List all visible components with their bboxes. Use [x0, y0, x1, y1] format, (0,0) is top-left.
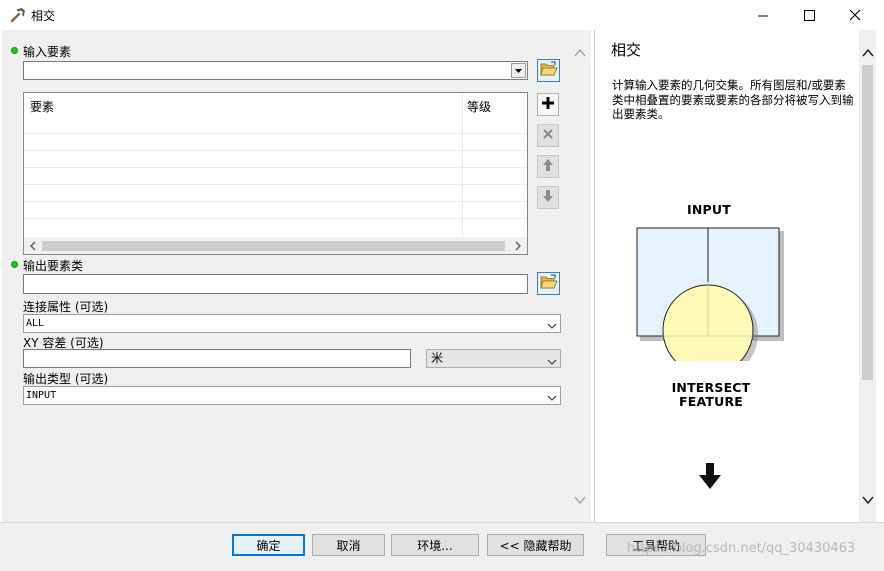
- scrollbar-thumb[interactable]: [862, 65, 873, 380]
- table-header: 要素 等级: [24, 93, 527, 115]
- minimize-icon: [757, 10, 769, 21]
- minimize-button[interactable]: [740, 0, 786, 30]
- table-row: [24, 167, 527, 168]
- window-title: 相交: [31, 9, 56, 23]
- scroll-down-arrow-icon[interactable]: [574, 494, 586, 506]
- folder-open-icon: [539, 61, 558, 80]
- output-type-value: INPUT: [26, 390, 57, 401]
- close-button[interactable]: [832, 0, 878, 30]
- table-row: [24, 218, 527, 219]
- folder-open-icon: [539, 274, 558, 293]
- required-indicator: [11, 47, 18, 54]
- move-up-icon: [542, 158, 554, 175]
- input-features-label: 输入要素: [23, 45, 72, 59]
- column-header-features[interactable]: 要素: [30, 98, 54, 115]
- hide-help-button[interactable]: << 隐藏帮助: [487, 534, 584, 556]
- column-header-rank[interactable]: 等级: [467, 98, 491, 115]
- help-description: 计算输入要素的几何交集。所有图层和/或要素类中相叠置的要素或要素的各部分将被写入…: [612, 78, 854, 121]
- delete-button[interactable]: [537, 124, 559, 147]
- input-features-dropdown[interactable]: [23, 61, 528, 80]
- move-up-button[interactable]: [537, 155, 559, 178]
- xy-tolerance-input[interactable]: [23, 349, 411, 368]
- help-scrollbar[interactable]: [859, 30, 876, 522]
- help-pane: 相交 计算输入要素的几何交集。所有图层和/或要素类中相叠置的要素或要素的各部分将…: [594, 30, 880, 522]
- output-type-label: 输出类型 (可选): [23, 372, 109, 386]
- chevron-down-icon: [547, 391, 557, 401]
- scroll-right-arrow-icon[interactable]: [513, 240, 523, 254]
- xy-unit-select[interactable]: 米: [426, 349, 561, 368]
- dropdown-button[interactable]: [511, 63, 526, 78]
- diagram-input-label: INPUT: [687, 202, 731, 217]
- output-class-label: 输出要素类: [23, 259, 84, 273]
- table-row: [24, 150, 527, 151]
- ok-button[interactable]: 确定: [232, 534, 305, 556]
- output-class-input[interactable]: [23, 274, 528, 294]
- scroll-up-arrow-icon[interactable]: [574, 47, 586, 59]
- add-icon: [541, 96, 555, 113]
- diagram-intersect-label: INTERSECT FEATURE: [671, 380, 751, 409]
- chevron-down-icon: [547, 319, 557, 329]
- scroll-left-arrow-icon[interactable]: [28, 240, 38, 254]
- close-icon: [849, 9, 861, 21]
- required-indicator: [11, 261, 18, 268]
- xy-unit-value: 米: [431, 351, 444, 365]
- add-button[interactable]: [537, 93, 559, 116]
- watermark: https://blog.csdn.net/qq_30430463: [627, 541, 856, 556]
- horizontal-scrollbar[interactable]: [24, 237, 527, 254]
- join-attributes-select[interactable]: ALL: [23, 314, 561, 333]
- parameters-pane: 输入要素 要素 等级 输出要素类 连接属性 (可选) ALL XY 容差 (可选…: [2, 30, 591, 522]
- maximize-icon: [803, 9, 815, 21]
- move-down-button[interactable]: [537, 186, 559, 209]
- output-type-select[interactable]: INPUT: [23, 386, 561, 405]
- move-down-icon: [542, 189, 554, 206]
- column-divider: [462, 93, 463, 237]
- table-row: [24, 133, 527, 134]
- chevron-down-icon: [515, 69, 522, 73]
- table-row: [24, 184, 527, 185]
- join-attributes-label: 连接属性 (可选): [23, 300, 109, 314]
- table-row: [24, 201, 527, 202]
- intersect-diagram: [636, 227, 784, 361]
- environments-button[interactable]: 环境...: [391, 534, 479, 556]
- browse-input-button[interactable]: [537, 59, 560, 82]
- scroll-down-arrow-icon[interactable]: [862, 494, 874, 509]
- cancel-button[interactable]: 取消: [312, 534, 385, 556]
- down-arrow-icon: [698, 462, 722, 493]
- button-bar: 确定 取消 环境... << 隐藏帮助 工具帮助 https://blog.cs…: [0, 522, 884, 571]
- title-bar: 相交: [0, 0, 884, 30]
- help-title: 相交: [611, 41, 642, 59]
- join-attributes-value: ALL: [26, 318, 45, 329]
- scroll-up-arrow-icon[interactable]: [862, 47, 874, 62]
- maximize-button[interactable]: [786, 0, 832, 30]
- input-features-table[interactable]: 要素 等级: [23, 92, 528, 255]
- browse-output-button[interactable]: [537, 272, 560, 295]
- scrollbar-thumb[interactable]: [42, 241, 505, 251]
- chevron-down-icon: [547, 354, 557, 365]
- hammer-icon: [9, 6, 27, 24]
- delete-icon: [542, 128, 554, 143]
